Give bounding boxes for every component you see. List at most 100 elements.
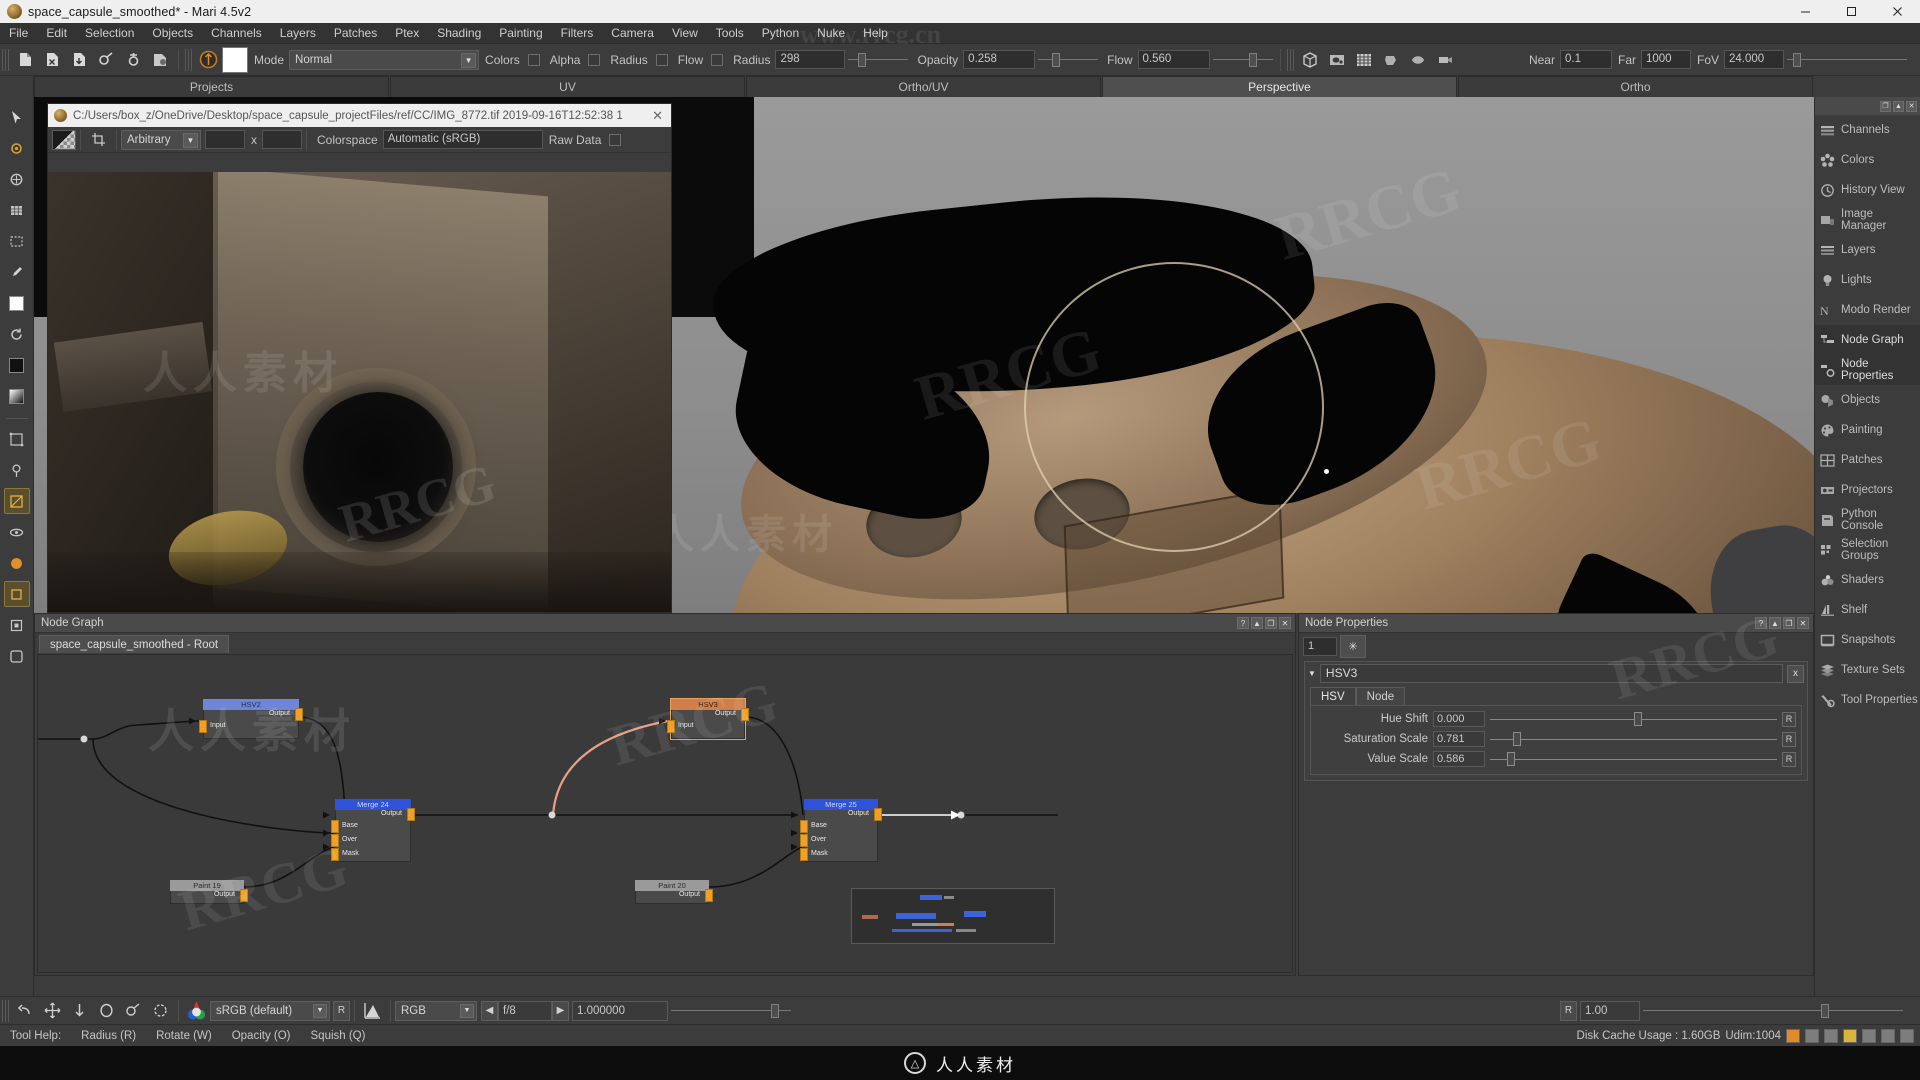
transform-icon[interactable] — [4, 426, 30, 452]
sidebar-item-projectors[interactable]: Projectors — [1815, 475, 1920, 505]
tab-ortho-uv[interactable]: Ortho/UV — [746, 76, 1101, 97]
menu-edit[interactable]: Edit — [37, 23, 76, 44]
rotate-icon[interactable] — [93, 999, 120, 1023]
node-hsv3[interactable]: HSV3 Input Output — [667, 698, 749, 740]
sidebar-item-channels[interactable]: Channels — [1815, 115, 1920, 145]
sidebar-item-shelf[interactable]: Shelf — [1815, 595, 1920, 625]
colors-checkbox[interactable] — [527, 53, 540, 66]
move-icon[interactable] — [39, 999, 66, 1023]
float-icon[interactable]: ❐ — [1265, 617, 1277, 629]
node-hsv2[interactable]: HSV2 Input Output — [199, 699, 303, 739]
float-icon[interactable]: ❐ — [1880, 100, 1891, 112]
saturation-scale-reset-button[interactable]: R — [1782, 731, 1796, 747]
fov-slider[interactable] — [1787, 50, 1907, 70]
toolbar-grip[interactable] — [2, 48, 9, 71]
status-led-5[interactable] — [1862, 1028, 1876, 1043]
colorspace-value[interactable]: Automatic (sRGB) — [382, 130, 543, 149]
foreground-color-swatch[interactable] — [222, 46, 248, 73]
far-input[interactable]: 1000 — [1640, 50, 1691, 69]
radius-slider[interactable] — [848, 50, 909, 70]
node-paint20-output-port[interactable] — [705, 889, 713, 902]
saturation-scale-slider[interactable] — [1490, 731, 1777, 747]
menu-channels[interactable]: Channels — [202, 23, 271, 44]
gamma-reset-button[interactable]: R — [1560, 1000, 1577, 1021]
reference-photo[interactable]: 人人素材 RRCG — [48, 172, 671, 612]
gain-slider[interactable] — [671, 1001, 791, 1021]
sidebar-item-layers[interactable]: Layers — [1815, 235, 1920, 265]
collapse-icon[interactable]: ▲ — [1251, 617, 1263, 629]
radius-input[interactable]: 298 — [775, 50, 846, 69]
transparency-checker-icon[interactable] — [52, 129, 76, 150]
status-led-1[interactable] — [1786, 1028, 1800, 1043]
menu-shading[interactable]: Shading — [428, 23, 490, 44]
bottom-toolbar-grip[interactable] — [2, 999, 9, 1022]
node-name-input[interactable]: HSV3 — [1319, 664, 1783, 683]
clone-icon[interactable] — [120, 999, 147, 1023]
sidebar-item-modo-render[interactable]: N Modo Render — [1815, 295, 1920, 325]
node-merge24-base-port[interactable] — [331, 820, 339, 833]
sidebar-item-python-console[interactable]: Python Console — [1815, 505, 1920, 535]
flow-input[interactable]: 0.560 — [1137, 50, 1210, 69]
node-merge25-over-port[interactable] — [800, 834, 808, 847]
menu-objects[interactable]: Objects — [143, 23, 202, 44]
node-merge24-mask-port[interactable] — [331, 848, 339, 861]
image-width-input[interactable] — [205, 130, 245, 149]
close-icon[interactable]: ✕ — [1279, 617, 1291, 629]
gamma-slider[interactable] — [1643, 1001, 1903, 1021]
menu-camera[interactable]: Camera — [602, 23, 663, 44]
bake-icon[interactable] — [66, 999, 93, 1023]
collapse-icon[interactable]: ▲ — [1769, 617, 1781, 629]
close-icon[interactable]: ✕ — [1797, 617, 1809, 629]
node-merge25-output-port[interactable] — [874, 808, 882, 821]
color-wheel-icon[interactable] — [183, 999, 210, 1023]
menu-layers[interactable]: Layers — [271, 23, 325, 44]
sidebar-item-colors[interactable]: Colors — [1815, 145, 1920, 175]
sidebar-item-texture-sets[interactable]: Texture Sets — [1815, 655, 1920, 685]
node-paint19-output-port[interactable] — [240, 889, 248, 902]
saturation-scale-input[interactable]: 0.781 — [1433, 731, 1485, 747]
camera-icon[interactable] — [1433, 47, 1458, 72]
node-merge25[interactable]: Merge 25 Output Base Over Mask — [800, 799, 882, 862]
near-input[interactable]: 0.1 — [1559, 50, 1612, 69]
fov-input[interactable]: 24.000 — [1724, 50, 1784, 69]
node-paint20[interactable]: Paint 20 Output — [635, 880, 713, 904]
gain-input[interactable]: 1.000000 — [572, 1000, 668, 1021]
status-led-7[interactable] — [1900, 1028, 1914, 1043]
hue-shift-slider[interactable] — [1490, 711, 1777, 727]
refresh-icon[interactable] — [147, 999, 174, 1023]
sidebar-item-image-manager[interactable]: Image Manager — [1815, 205, 1920, 235]
gamma-input[interactable]: 1.00 — [1580, 1000, 1640, 1021]
swatch-white-icon[interactable] — [4, 290, 30, 316]
remove-node-properties-button[interactable]: x — [1787, 664, 1804, 683]
value-scale-input[interactable]: 0.586 — [1433, 751, 1485, 767]
value-scale-slider[interactable] — [1490, 751, 1777, 767]
mask-icon[interactable] — [1406, 47, 1431, 72]
node-merge24-output-port[interactable] — [407, 808, 415, 821]
status-led-3[interactable] — [1824, 1028, 1838, 1043]
sidebar-item-painting[interactable]: Painting — [1815, 415, 1920, 445]
eyedropper-icon[interactable] — [4, 259, 30, 285]
light-icon[interactable] — [1325, 47, 1350, 72]
tab-ortho[interactable]: Ortho — [1458, 76, 1813, 97]
exposure-decrement-button[interactable]: ◀ — [481, 1000, 498, 1021]
paintthrough-icon[interactable] — [3, 488, 30, 514]
menu-help[interactable]: Help — [854, 23, 897, 44]
node-hsv3-output-port[interactable] — [741, 708, 749, 721]
node-merge24-over-port[interactable] — [331, 834, 339, 847]
menu-ptex[interactable]: Ptex — [386, 23, 428, 44]
sidebar-item-selection-groups[interactable]: Selection Groups — [1815, 535, 1920, 565]
menu-selection[interactable]: Selection — [76, 23, 143, 44]
menu-painting[interactable]: Painting — [490, 23, 551, 44]
frame-icon[interactable] — [4, 643, 30, 669]
chevron-down-icon[interactable]: ▼ — [1308, 669, 1316, 678]
save-project-icon[interactable] — [67, 47, 92, 72]
property-count-input[interactable]: 1 — [1303, 636, 1337, 656]
plus-icon[interactable] — [3, 581, 30, 607]
undo-icon[interactable] — [12, 999, 39, 1023]
node-hsv3-input-port[interactable] — [667, 720, 675, 733]
sidebar-item-shaders[interactable]: Shaders — [1815, 565, 1920, 595]
close-project-icon[interactable] — [40, 47, 65, 72]
paint-dab-icon[interactable] — [4, 135, 30, 161]
sidebar-item-tool-properties[interactable]: Tool Properties — [1815, 685, 1920, 715]
help-icon[interactable]: ? — [1755, 617, 1767, 629]
